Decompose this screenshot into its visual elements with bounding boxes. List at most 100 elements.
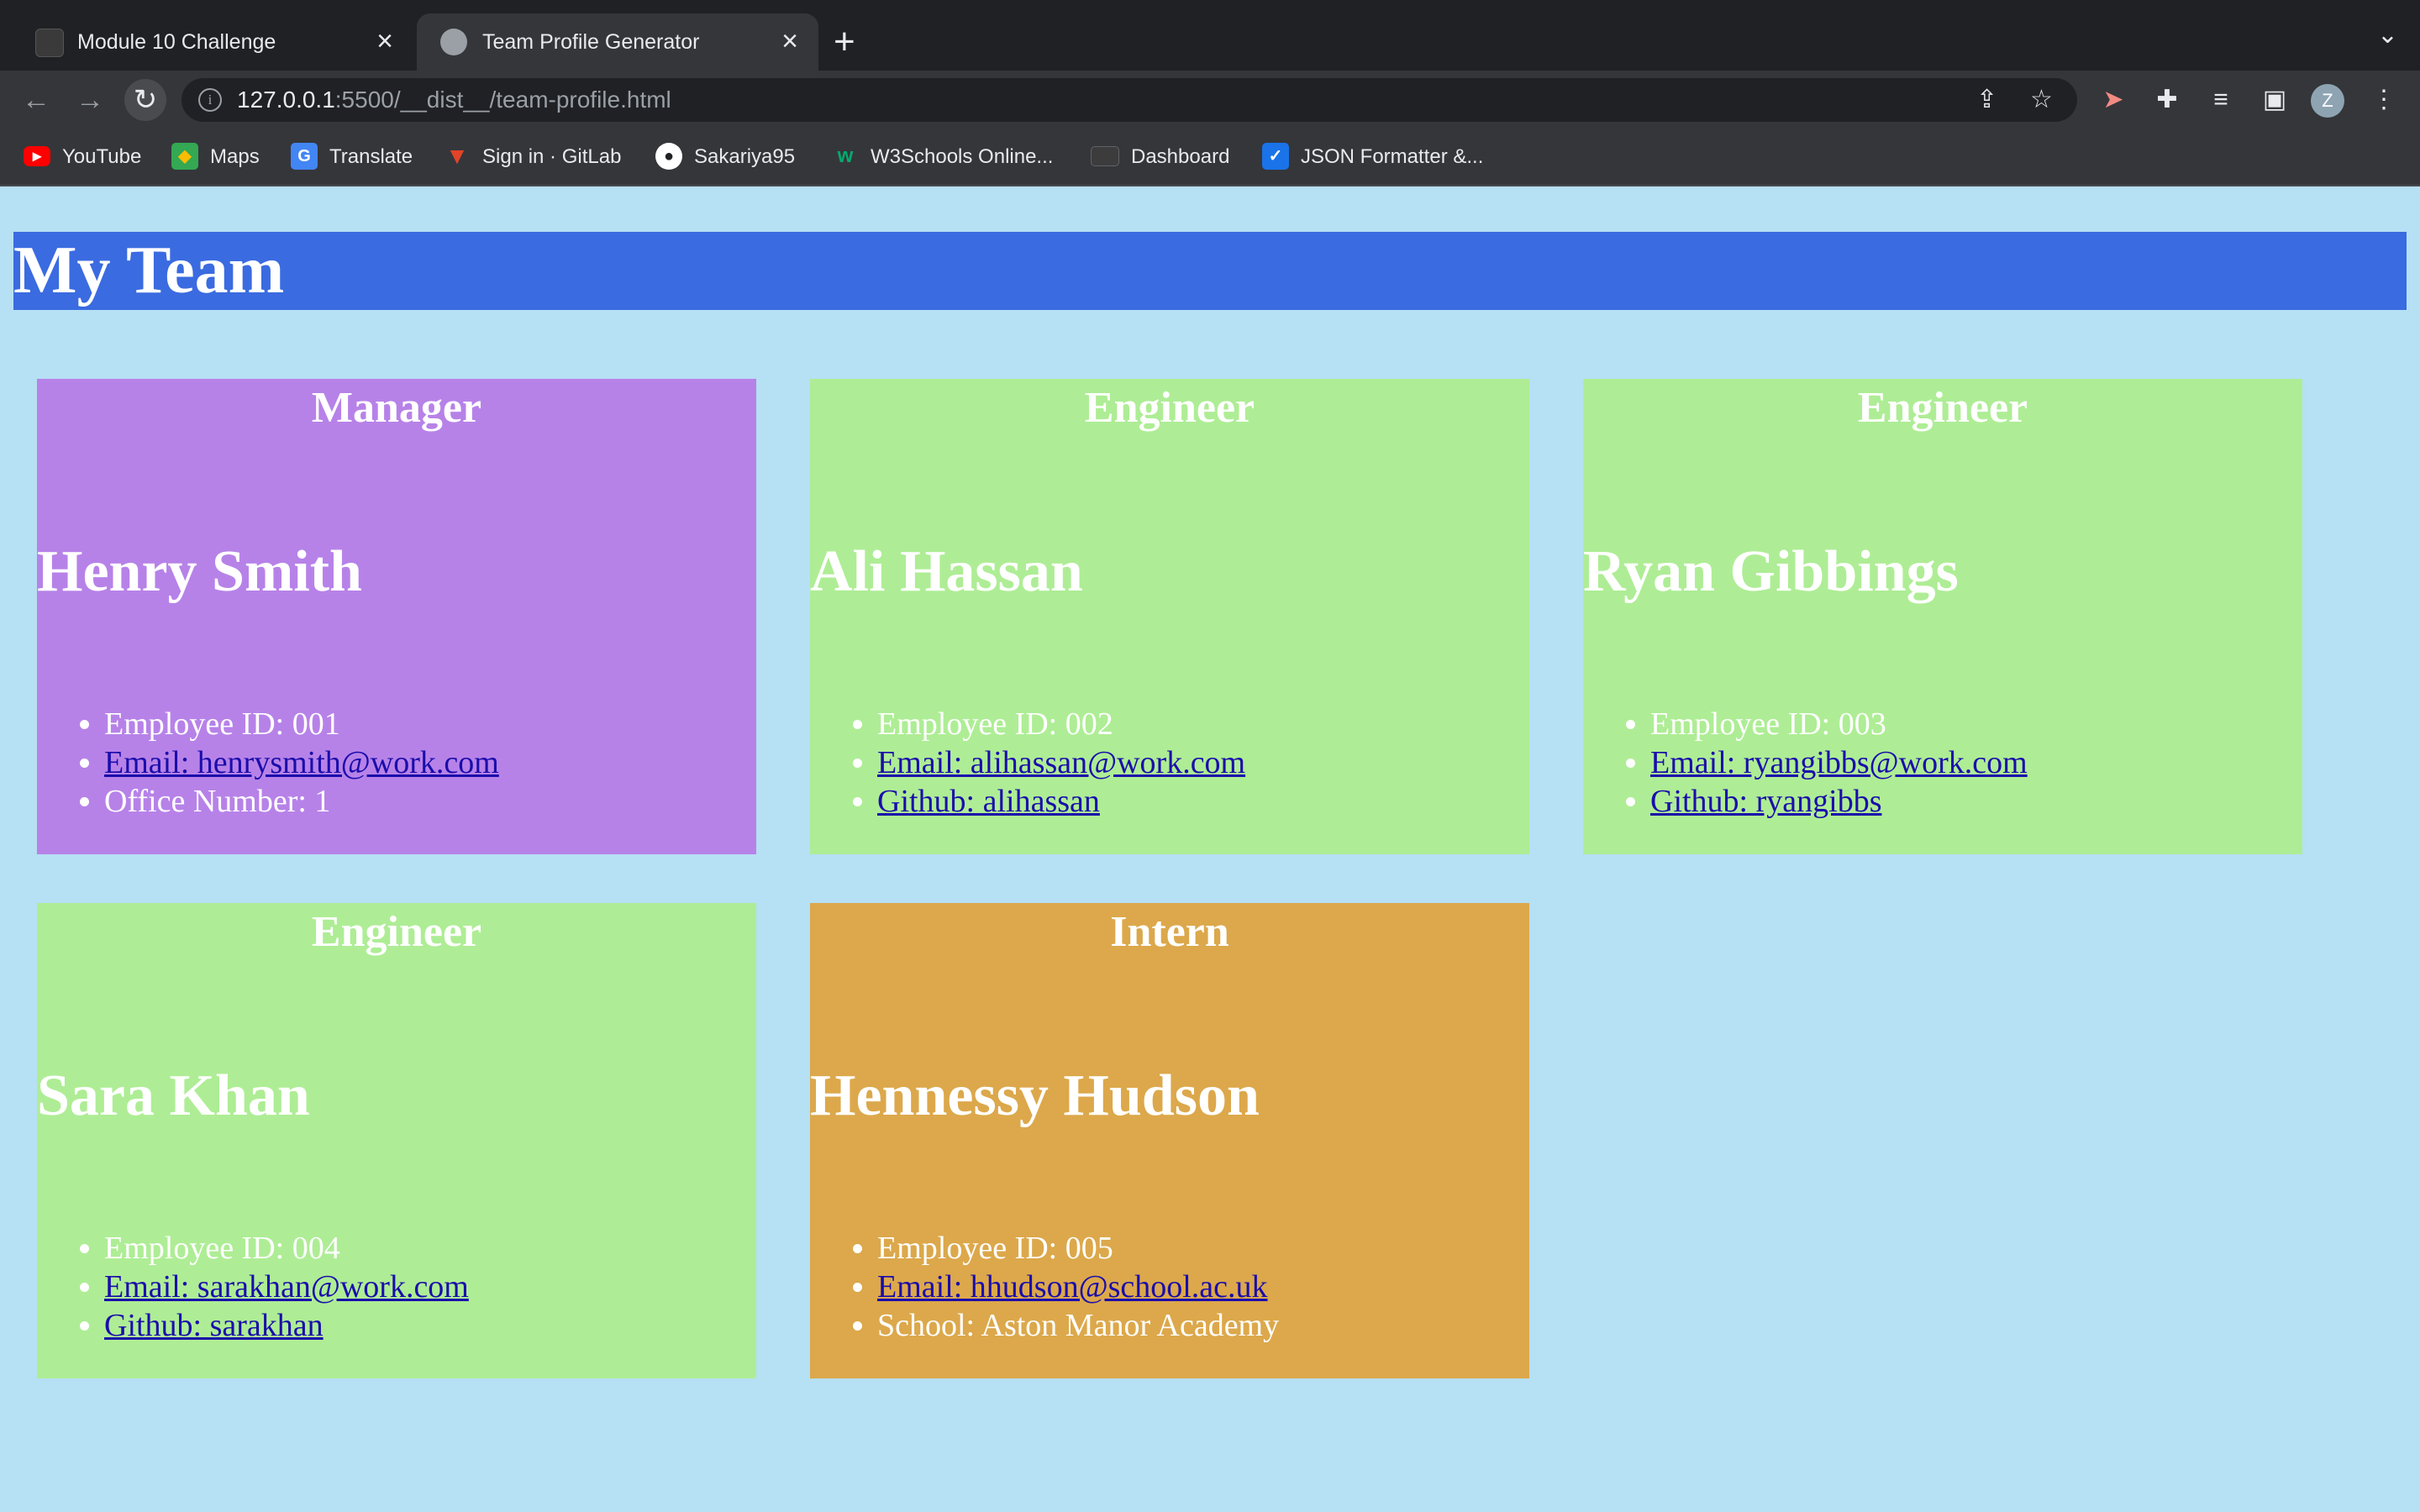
bookmark-json-formatter[interactable]: ✓ JSON Formatter &... [1262, 129, 1483, 185]
close-icon[interactable]: × [376, 13, 393, 69]
email-link[interactable]: Email: hhudson@school.ac.uk [877, 1269, 1268, 1305]
bookmark-label: W3Schools Online... [871, 145, 1054, 168]
extension-icon[interactable]: ➤ [2092, 79, 2134, 121]
reload-icon[interactable]: ↻ [124, 79, 166, 121]
employee-id: Employee ID: 005 [877, 1229, 1279, 1268]
bookmark-gitlab[interactable]: ▼ Sign in · GitLab [444, 129, 621, 185]
tab-title: Module 10 Challenge [77, 30, 276, 54]
card-name: Ali Hassan [810, 539, 1083, 604]
bookmark-label: Sakariya95 [694, 145, 796, 168]
github-icon: ● [655, 142, 682, 170]
email-item: Email: ryangibbs@work.com [1650, 743, 2028, 782]
card-name: Ryan Gibbings [1583, 539, 1959, 604]
bookmark-label: Translate [329, 145, 413, 168]
tab-strip: Module 10 Challenge × Team Profile Gener… [0, 0, 2420, 71]
toolbar: ← → ↻ i 127.0.0.1:5500/__dist__/team-pro… [0, 71, 2420, 129]
info-icon[interactable]: i [198, 88, 222, 112]
email-item: Email: henrysmith@work.com [104, 743, 499, 782]
employee-card-engineer: Engineer Sara Khan Employee ID: 004 Emai… [37, 903, 756, 1378]
github-item: Github: alihassan [877, 782, 1245, 821]
bookmark-label: Maps [210, 145, 260, 168]
share-icon[interactable]: ⇪ [1976, 78, 1997, 122]
card-details: Employee ID: 003 Email: ryangibbs@work.c… [1583, 705, 2028, 821]
card-role: Engineer [311, 908, 482, 956]
card-details: Employee ID: 002 Email: alihassan@work.c… [810, 705, 1245, 821]
close-icon[interactable]: × [781, 13, 798, 69]
bookmark-translate[interactable]: G Translate [291, 129, 413, 185]
card-role: Intern [1110, 908, 1229, 956]
tab-title: Team Profile Generator [482, 30, 700, 54]
side-panel-icon[interactable]: ▣ [2254, 79, 2296, 121]
card-details: Employee ID: 004 Email: sarakhan@work.co… [37, 1229, 469, 1345]
employee-id: Employee ID: 003 [1650, 705, 2028, 743]
employee-card-engineer: Engineer Ali Hassan Employee ID: 002 Ema… [810, 379, 1529, 854]
card-details: Employee ID: 005 Email: hhudson@school.a… [810, 1229, 1279, 1345]
page-title: My Team [13, 234, 285, 307]
url-path: :5500/__dist__/team-profile.html [334, 87, 671, 113]
maps-icon: ◆ [171, 142, 198, 170]
bookmark-github[interactable]: ● Sakariya95 [655, 129, 795, 185]
email-link[interactable]: Email: alihassan@work.com [877, 745, 1245, 780]
bookmark-dashboard[interactable]: Dashboard [1091, 129, 1229, 185]
employee-id: Employee ID: 001 [104, 705, 499, 743]
back-icon[interactable]: ← [15, 79, 57, 121]
card-name: Sara Khan [37, 1063, 310, 1128]
bookmark-w3schools[interactable]: w W3Schools Online... [832, 129, 1054, 185]
bookmark-label: YouTube [62, 145, 142, 168]
plus-icon[interactable]: + [834, 18, 855, 66]
tab-favicon-icon [35, 29, 64, 57]
json-formatter-icon: ✓ [1262, 142, 1289, 170]
bookmark-maps[interactable]: ◆ Maps [171, 129, 260, 185]
youtube-icon: ▸ [24, 145, 50, 166]
github-link[interactable]: Github: ryangibbs [1650, 784, 1881, 819]
media-queue-icon[interactable]: ≡ [2200, 79, 2242, 121]
github-link[interactable]: Github: sarakhan [104, 1308, 324, 1343]
school-item: School: Aston Manor Academy [877, 1306, 1279, 1345]
chevron-down-icon[interactable]: ⌄ [2377, 20, 2398, 50]
email-item: Email: hhudson@school.ac.uk [877, 1268, 1279, 1306]
page-header: My Team [13, 232, 2407, 310]
card-role: Engineer [1857, 384, 2028, 432]
email-item: Email: alihassan@work.com [877, 743, 1245, 782]
github-link[interactable]: Github: alihassan [877, 784, 1100, 819]
email-item: Email: sarakhan@work.com [104, 1268, 469, 1306]
bookmarks-bar: ▸ YouTube ◆ Maps G Translate ▼ Sign in · Git… [0, 129, 2420, 186]
url-text[interactable]: 127.0.0.1:5500/__dist__/team-profile.htm… [237, 78, 671, 122]
bookmark-label: Dashboard [1131, 145, 1230, 168]
tab-module-10-challenge[interactable]: Module 10 Challenge × [12, 13, 413, 71]
employee-card-engineer: Engineer Ryan Gibbings Employee ID: 003 … [1583, 379, 2302, 854]
employee-card-intern: Intern Hennessy Hudson Employee ID: 005 … [810, 903, 1529, 1378]
page-content: My Team Manager Henry Smith Employee ID:… [0, 186, 2420, 1512]
star-icon[interactable]: ☆ [2030, 78, 2053, 122]
avatar[interactable]: Z [2311, 84, 2344, 118]
translate-icon: G [291, 142, 318, 170]
office-number: Office Number: 1 [104, 782, 499, 821]
bookmark-youtube[interactable]: ▸ YouTube [24, 129, 141, 185]
forward-icon[interactable]: → [69, 79, 111, 121]
email-link[interactable]: Email: sarakhan@work.com [104, 1269, 469, 1305]
card-role: Engineer [1084, 384, 1255, 432]
w3schools-icon: w [837, 144, 854, 167]
dashboard-icon [1091, 145, 1119, 166]
card-name: Hennessy Hudson [810, 1063, 1260, 1128]
puzzle-icon[interactable]: ✚ [2146, 79, 2188, 121]
more-menu-icon[interactable]: ⋮ [2363, 79, 2405, 121]
employee-card-manager: Manager Henry Smith Employee ID: 001 Ema… [37, 379, 756, 854]
card-details: Employee ID: 001 Email: henrysmith@work.… [37, 705, 499, 821]
address-bar[interactable]: i 127.0.0.1:5500/__dist__/team-profile.h… [182, 78, 2077, 122]
bookmark-label: JSON Formatter &... [1301, 145, 1484, 168]
github-item: Github: ryangibbs [1650, 782, 2028, 821]
github-item: Github: sarakhan [104, 1306, 469, 1345]
globe-icon [440, 29, 467, 55]
url-host: 127.0.0.1 [237, 87, 335, 113]
gitlab-icon: ▼ [445, 142, 469, 169]
employee-id: Employee ID: 002 [877, 705, 1245, 743]
email-link[interactable]: Email: henrysmith@work.com [104, 745, 499, 780]
tab-team-profile-generator[interactable]: Team Profile Generator × [417, 13, 818, 71]
employee-id: Employee ID: 004 [104, 1229, 469, 1268]
card-name: Henry Smith [37, 539, 362, 604]
browser-chrome: Module 10 Challenge × Team Profile Gener… [0, 0, 2420, 186]
card-role: Manager [311, 384, 482, 432]
bookmark-label: Sign in · GitLab [482, 145, 622, 168]
email-link[interactable]: Email: ryangibbs@work.com [1650, 745, 2028, 780]
